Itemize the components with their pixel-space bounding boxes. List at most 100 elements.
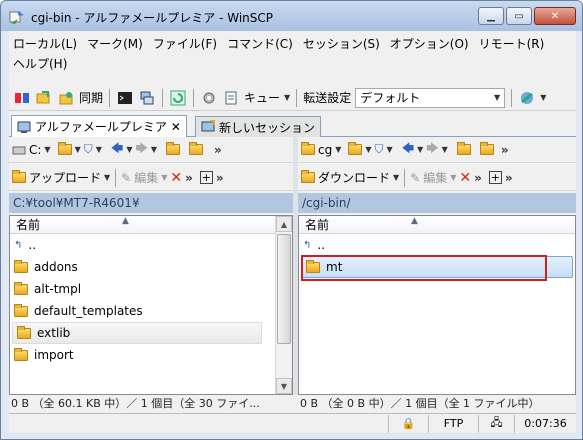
chevron-down-icon[interactable]: ▼ <box>161 173 167 182</box>
forward-icon[interactable]: 🡆 <box>426 139 438 160</box>
chevron-down-icon[interactable]: ▼ <box>44 145 50 154</box>
compare-icon[interactable] <box>13 89 31 107</box>
list-item[interactable]: ↰.. <box>10 234 292 256</box>
queue-icon[interactable] <box>222 89 240 107</box>
chevron-down-icon[interactable]: ▼ <box>442 145 448 154</box>
chevron-down-icon[interactable]: ▼ <box>393 173 399 182</box>
gear-icon[interactable] <box>200 89 218 107</box>
minimize-button[interactable]: ▁ <box>478 7 504 25</box>
chevron-down-icon[interactable]: ▼ <box>126 145 132 154</box>
scroll-thumb[interactable] <box>277 234 291 344</box>
synchronize-browse-icon[interactable] <box>35 89 53 107</box>
filter-icon[interactable]: ⛉ <box>375 142 384 157</box>
toolbar-overflow-icon[interactable]: » <box>216 171 224 185</box>
menu-local[interactable]: ローカル(L) <box>13 35 77 52</box>
transfer-preset-icon[interactable] <box>518 89 536 107</box>
scroll-up-icon[interactable]: ▲ <box>276 216 292 232</box>
toolbar-separator <box>115 168 117 187</box>
remote-dir-label[interactable]: cg <box>318 143 332 157</box>
network-icon: 🖧 <box>478 414 514 433</box>
transfer-settings-label: 転送設定 <box>303 91 352 105</box>
column-header-name[interactable]: 名前 ▲ <box>10 216 292 234</box>
sync-folder-icon[interactable] <box>57 89 75 107</box>
maximize-button[interactable]: ▭ <box>506 7 532 25</box>
chevron-down-icon[interactable]: ▼ <box>417 145 423 154</box>
vertical-scrollbar[interactable]: ▲ ▼ <box>275 216 292 394</box>
edit-button[interactable]: 編集 <box>134 169 158 186</box>
new-folder-icon[interactable]: + <box>488 171 502 184</box>
parent-folder-icon[interactable] <box>456 142 471 155</box>
upload-button[interactable]: アップロード <box>29 169 101 186</box>
root-folder-icon[interactable] <box>189 142 204 155</box>
back-icon[interactable]: 🡄 <box>111 139 123 160</box>
forward-icon[interactable]: 🡆 <box>135 139 147 160</box>
open-folder-icon[interactable] <box>57 142 72 155</box>
chevron-down-icon[interactable]: ▼ <box>104 173 110 182</box>
filter-icon[interactable]: ⛉ <box>84 142 93 157</box>
client-area: ローカル(L) マーク(M) ファイル(F) コマンド(C) セッション(S) … <box>9 31 576 433</box>
local-status: 0 B （全 60.1 KB 中）／ 1 個目（全 30 ファイ... <box>11 397 260 410</box>
chevron-down-icon[interactable]: ▼ <box>335 145 341 154</box>
edit-button[interactable]: 編集 <box>423 169 447 186</box>
delete-icon[interactable]: ✕ <box>170 170 182 186</box>
sync-label[interactable]: 同期 <box>79 89 103 106</box>
menu-row-2: ヘルプ(H) <box>9 53 576 73</box>
menu-option[interactable]: オプション(O) <box>390 35 469 52</box>
window-controls: ▁ ▭ ✕ <box>478 7 576 25</box>
upload-icon[interactable] <box>12 170 26 183</box>
chevron-down-icon[interactable]: ▼ <box>540 93 546 102</box>
list-item[interactable]: default_templates <box>10 300 292 322</box>
chevron-down-icon[interactable]: ▼ <box>75 145 81 154</box>
refresh-icon[interactable] <box>169 89 187 107</box>
list-item[interactable]: import <box>10 344 292 366</box>
scroll-down-icon[interactable]: ▼ <box>276 378 292 394</box>
close-button[interactable]: ✕ <box>534 7 576 25</box>
close-icon[interactable]: ✕ <box>171 120 181 134</box>
back-icon[interactable]: 🡄 <box>402 139 414 160</box>
tab-new-session[interactable]: 新しいセッション <box>195 116 322 137</box>
parent-folder-icon[interactable] <box>166 142 181 155</box>
chevron-down-icon[interactable]: ▼ <box>387 145 393 154</box>
list-item[interactable]: alt-tmpl <box>10 278 292 300</box>
download-icon[interactable] <box>301 170 315 183</box>
menu-session[interactable]: セッション(S) <box>303 35 380 52</box>
menu-file[interactable]: ファイル(F) <box>153 35 217 52</box>
list-item[interactable]: ↰.. <box>299 234 575 256</box>
root-folder-icon[interactable] <box>479 142 494 155</box>
toolbar-overflow-icon[interactable]: » <box>501 143 509 157</box>
menu-help[interactable]: ヘルプ(H) <box>13 55 67 72</box>
delete-icon[interactable]: ✕ <box>459 170 471 186</box>
chevron-down-icon[interactable]: ▼ <box>96 145 102 154</box>
edit-icon[interactable]: ✎ <box>410 171 420 185</box>
toolbar-separator <box>193 88 195 107</box>
transfer-settings-select[interactable]: デフォルト ▼ <box>355 87 506 108</box>
column-header-name[interactable]: 名前 ▲ <box>299 216 575 234</box>
chevron-down-icon[interactable]: ▼ <box>284 93 290 102</box>
tab-label: アルファメールプレミア <box>35 120 167 134</box>
edit-icon[interactable]: ✎ <box>121 171 131 185</box>
toolbar-overflow-icon[interactable]: » <box>505 171 513 185</box>
open-folder-icon[interactable] <box>348 142 363 155</box>
new-folder-icon[interactable]: + <box>199 171 213 184</box>
menu-command[interactable]: コマンド(C) <box>227 35 293 52</box>
menu-remote[interactable]: リモート(R) <box>479 35 545 52</box>
toolbar-overflow-icon[interactable]: » <box>214 143 222 157</box>
console-icon[interactable] <box>116 89 134 107</box>
toolbar-overflow-icon[interactable]: » <box>474 171 482 185</box>
queue-label[interactable]: キュー <box>244 89 280 106</box>
putty-icon[interactable] <box>138 89 156 107</box>
chevron-down-icon[interactable]: ▼ <box>365 145 371 154</box>
toolbar-separator <box>109 88 111 107</box>
status-bar: 🔒 FTP 🖧 0:07:36 <box>9 413 576 433</box>
chevron-down-icon[interactable]: ▼ <box>151 145 157 154</box>
list-item[interactable]: extlib <box>12 322 262 344</box>
session-time: 0:07:36 <box>514 414 576 433</box>
menu-mark[interactable]: マーク(M) <box>87 35 143 52</box>
toolbar-overflow-icon[interactable]: » <box>185 171 193 185</box>
remote-path: /cgi-bin/ <box>298 193 576 213</box>
download-button[interactable]: ダウンロード <box>318 169 390 186</box>
list-item[interactable]: addons <box>10 256 292 278</box>
tab-session-alpha[interactable]: アルファメールプレミア ✕ <box>11 115 187 137</box>
local-drive-label[interactable]: C: <box>29 143 41 157</box>
chevron-down-icon[interactable]: ▼ <box>450 173 456 182</box>
